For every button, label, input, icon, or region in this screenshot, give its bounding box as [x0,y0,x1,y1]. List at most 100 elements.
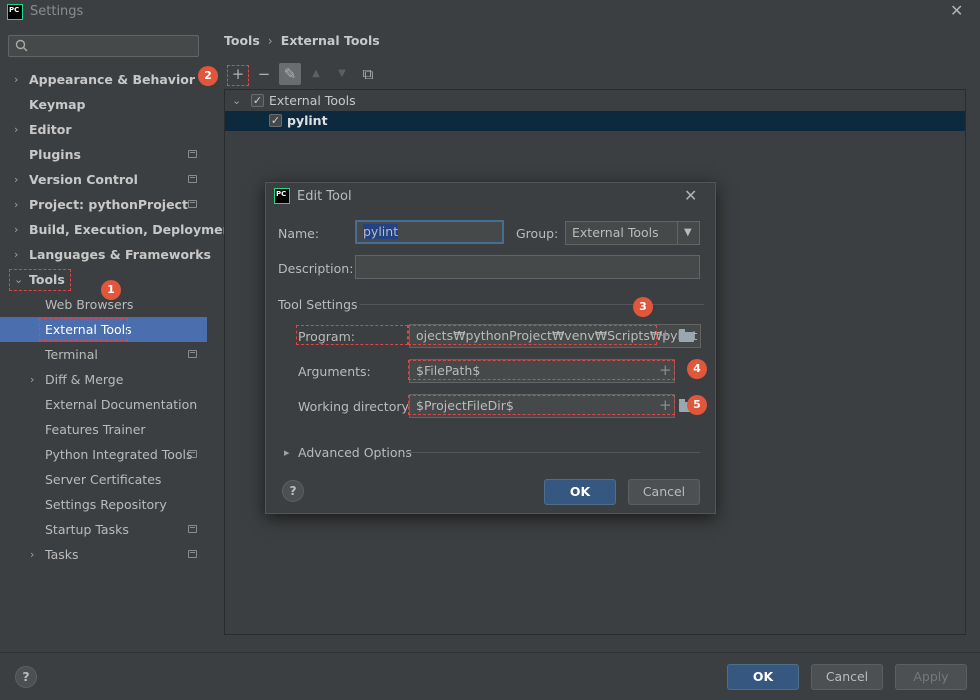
dialog-cancel-button[interactable]: Cancel [628,479,700,505]
chevron-right-icon[interactable]: › [14,167,18,192]
ok-button[interactable]: OK [727,664,799,690]
insert-macro-icon[interactable]: + [659,361,672,379]
group-label: Group: [516,226,559,241]
sidebar-item-features-trainer[interactable]: Features Trainer [0,417,207,442]
pycharm-logo-icon: PC [7,4,23,20]
sidebar-item-label: Appearance & Behavior [29,72,195,87]
folder-icon[interactable] [679,329,694,342]
group-checkbox[interactable]: ✓ [251,94,264,107]
close-icon[interactable]: ✕ [684,186,697,205]
group-select-divider [677,222,678,244]
item-checkbox[interactable]: ✓ [269,114,282,127]
sidebar-item-python-integrated-tools[interactable]: Python Integrated Tools [0,442,207,467]
cancel-button[interactable]: Cancel [811,664,883,690]
sidebar-item-label: Tasks [45,547,79,562]
project-level-icon [188,550,197,558]
apply-button[interactable]: Apply [895,664,967,690]
sidebar-item-label: External Documentation [45,397,198,412]
advanced-options-toggle[interactable]: Advanced Options [298,445,412,460]
sidebar-item-server-certificates[interactable]: Server Certificates [0,467,207,492]
step-badge-3: 3 [633,297,653,317]
help-button[interactable]: ? [15,666,37,688]
step-badge-4: 4 [687,359,707,379]
chevron-right-icon[interactable]: ▸ [284,446,290,459]
tree-group-row[interactable]: ⌄ ✓ External Tools [225,91,965,111]
sidebar-item-startup-tasks[interactable]: Startup Tasks [0,517,207,542]
dialog-ok-button[interactable]: OK [544,479,616,505]
sidebar-item-keymap[interactable]: Keymap [0,92,207,117]
chevron-down-icon[interactable]: ▼ [684,227,692,238]
sidebar-item-label: Keymap [29,97,86,112]
sidebar-item-label: Web Browsers [45,297,134,312]
window-title: Settings [30,4,84,19]
sidebar-item-label: Plugins [29,147,81,162]
tree-item-label: pylint [287,113,328,128]
sidebar-item-languages-frameworks[interactable]: › Languages & Frameworks [0,242,211,267]
move-down-button[interactable]: ▼ [331,63,353,85]
chevron-down-icon[interactable]: ⌄ [14,267,23,292]
dialog-title: Edit Tool [297,189,352,204]
name-field[interactable]: pylint [355,220,504,244]
chevron-right-icon[interactable]: › [14,192,18,217]
sidebar-item-external-documentation[interactable]: External Documentation [0,392,207,417]
sidebar-item-plugins[interactable]: Plugins [0,142,207,167]
sidebar-item-label: External Tools [45,322,132,337]
name-label: Name: [278,226,320,241]
insert-macro-icon[interactable]: + [659,396,672,414]
sidebar-item-diff-merge[interactable]: › Diff & Merge [0,367,207,392]
breadcrumb-parent[interactable]: Tools [224,33,260,48]
sidebar-item-external-tools[interactable]: External Tools [0,317,207,342]
description-label: Description: [278,261,354,276]
add-button[interactable]: + [227,63,249,85]
sidebar-item-terminal[interactable]: Terminal [0,342,207,367]
project-level-icon [188,200,197,208]
sidebar-item-label: Terminal [45,347,98,362]
sidebar-item-build-execution-deployment[interactable]: › Build, Execution, Deployment [0,217,237,242]
edit-tool-dialog: PC Edit Tool ✕ Name: pylint Group: Exter… [265,182,716,514]
group-select[interactable]: External Tools [565,221,700,245]
project-level-icon [188,150,197,158]
description-field[interactable] [355,255,700,279]
sidebar-item-settings-repository[interactable]: Settings Repository [0,492,207,517]
insert-macro-icon[interactable]: + [659,326,672,344]
chevron-right-icon[interactable]: › [14,67,18,92]
chevron-right-icon[interactable]: › [14,117,18,142]
pycharm-logo-icon: PC [274,188,290,204]
project-level-icon [188,450,197,458]
sidebar-item-label: Project: pythonProject [29,197,188,212]
step-badge-5: 5 [687,395,707,415]
step-badge-2: 2 [198,66,218,86]
sidebar-item-appearance-behavior[interactable]: › Appearance & Behavior [0,67,207,92]
tree-item-row[interactable]: ✓ pylint [225,111,965,131]
edit-button[interactable]: ✎ [279,63,301,85]
program-field[interactable]: ojects₩pythonProject₩venv₩Scripts₩pylint [409,324,701,348]
chevron-right-icon[interactable]: › [14,242,18,267]
copy-button[interactable]: ⧉ [357,63,379,85]
arguments-field[interactable]: $FilePath$ [409,359,675,383]
project-level-icon [188,525,197,533]
title-bar: PC Settings ✕ [0,0,980,24]
tool-settings-label: Tool Settings [278,297,358,312]
sidebar-item-version-control[interactable]: › Version Control [0,167,207,192]
chevron-right-icon[interactable]: › [14,217,18,242]
footer-divider [0,652,980,653]
chevron-right-icon[interactable]: › [30,367,34,392]
tree-group-label: External Tools [269,93,356,108]
sidebar-item-project-pythonproject[interactable]: › Project: pythonProject [0,192,207,217]
sidebar-item-editor[interactable]: › Editor [0,117,207,142]
working-directory-field[interactable]: $ProjectFileDir$ [409,394,675,418]
breadcrumb-separator: › [267,33,273,48]
arguments-label: Arguments: [298,364,371,379]
help-button[interactable]: ? [282,480,304,502]
program-label: Program: [298,329,355,344]
chevron-right-icon[interactable]: › [30,542,34,567]
sidebar-item-label: Diff & Merge [45,372,124,387]
sidebar-item-label: Tools [29,272,65,287]
search-input[interactable] [8,35,199,57]
remove-button[interactable]: − [253,63,275,85]
move-up-button[interactable]: ▲ [305,63,327,85]
close-icon[interactable]: ✕ [950,1,963,20]
chevron-down-icon[interactable]: ⌄ [232,91,241,111]
search-icon [15,39,28,55]
sidebar-item-tasks[interactable]: › Tasks [0,542,207,567]
